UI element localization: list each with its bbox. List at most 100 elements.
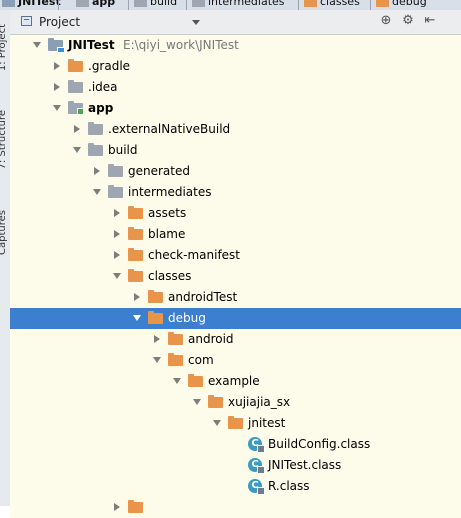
- breadcrumb-intermediates[interactable]: intermediates: [192, 0, 285, 9]
- tree-row[interactable]: com: [10, 350, 461, 371]
- collapse-arrow-icon[interactable]: [114, 209, 120, 217]
- expand-arrow-icon[interactable]: [213, 420, 221, 426]
- tree-row[interactable]: xujiajia_sx: [10, 392, 461, 413]
- gray-folder-icon: [88, 122, 103, 135]
- tree-row[interactable]: classes: [10, 266, 461, 287]
- gray-folder-icon: [108, 164, 123, 177]
- tree-item-label: app: [88, 101, 114, 115]
- project-tree: JNITest E:\qiyi_work\JNITest .gradle .idea a…: [10, 35, 461, 518]
- project-path: E:\qiyi_work\JNITest: [123, 38, 239, 52]
- tree-row[interactable]: .idea: [10, 77, 461, 98]
- class-file-icon: C: [248, 437, 265, 453]
- tree-row[interactable]: generated: [10, 161, 461, 182]
- folder-icon: [304, 0, 317, 7]
- orange-folder-icon: [188, 374, 203, 387]
- breadcrumb-jnitest[interactable]: JNITest: [2, 0, 61, 9]
- tree-row[interactable]: C BuildConfig.class: [10, 434, 461, 455]
- tree-row[interactable]: assets: [10, 203, 461, 224]
- tree-item-label: blame: [148, 227, 186, 241]
- settings-icon[interactable]: ⚙: [400, 13, 416, 29]
- orange-folder-icon: [168, 332, 183, 345]
- breadcrumb-separator: [128, 0, 129, 10]
- orange-folder-icon: [128, 269, 143, 282]
- project-folder-icon: [48, 38, 65, 53]
- collapse-arrow-icon[interactable]: [94, 167, 100, 175]
- tree-item-label: androidTest: [168, 290, 238, 304]
- collapse-arrow-icon[interactable]: [54, 83, 60, 91]
- breadcrumb-separator: [298, 0, 299, 10]
- expand-arrow-icon[interactable]: [93, 189, 101, 195]
- tree-row[interactable]: JNITest E:\qiyi_work\JNITest: [10, 35, 461, 56]
- tree-row[interactable]: [10, 497, 461, 518]
- breadcrumb-separator: [58, 0, 59, 10]
- tree-row[interactable]: blame: [10, 224, 461, 245]
- breadcrumb-app[interactable]: app: [76, 0, 115, 9]
- collapse-arrow-icon[interactable]: [54, 62, 60, 70]
- module-folder-icon: [76, 0, 89, 7]
- tree-row[interactable]: build: [10, 140, 461, 161]
- expand-arrow-icon[interactable]: [133, 315, 141, 321]
- orange-folder-icon: [148, 290, 163, 303]
- tree-row[interactable]: .gradle: [10, 56, 461, 77]
- project-view-selector-label[interactable]: Project: [39, 15, 80, 29]
- breadcrumb-build[interactable]: build: [134, 0, 177, 9]
- navigation-breadcrumb-bar: JNITest app build intermediates classes …: [0, 0, 461, 10]
- tree-row[interactable]: .externalNativeBuild: [10, 119, 461, 140]
- tree-row[interactable]: jnitest: [10, 413, 461, 434]
- tree-item-label: check-manifest: [148, 248, 241, 262]
- collapse-arrow-icon[interactable]: [134, 293, 140, 301]
- tree-row[interactable]: C R.class: [10, 476, 461, 497]
- collapse-arrow-icon[interactable]: [114, 251, 120, 259]
- tree-row[interactable]: app: [10, 98, 461, 119]
- tree-item-label: build: [108, 143, 138, 157]
- tree-item-label: generated: [128, 164, 190, 178]
- orange-folder-icon: [128, 500, 143, 513]
- folder-icon: [192, 0, 205, 7]
- tree-item-label: android: [188, 332, 234, 346]
- tree-item-label: .externalNativeBuild: [108, 122, 231, 136]
- tree-row[interactable]: check-manifest: [10, 245, 461, 266]
- class-file-icon: C: [248, 479, 265, 495]
- tree-item-label: .gradle: [88, 59, 131, 73]
- tree-item-label: classes: [148, 269, 192, 283]
- gray-folder-icon: [88, 143, 103, 156]
- orange-folder-icon: [128, 227, 143, 240]
- expand-arrow-icon[interactable]: [153, 357, 161, 363]
- orange-folder-icon: [228, 416, 243, 429]
- orange-folder-icon: [148, 311, 163, 324]
- breadcrumb-separator: [370, 0, 371, 10]
- chevron-down-icon: [192, 20, 200, 25]
- breadcrumb-classes[interactable]: classes: [304, 0, 360, 9]
- tree-row[interactable]: debug: [10, 308, 461, 329]
- tree-item-label: xujiajia_sx: [228, 395, 291, 409]
- tree-row[interactable]: android: [10, 329, 461, 350]
- tree-item-label: assets: [148, 206, 187, 220]
- expand-arrow-icon[interactable]: [73, 147, 81, 153]
- project-view-icon: [21, 16, 32, 26]
- view-mode-dropdown[interactable]: [190, 13, 202, 29]
- target-icon[interactable]: ⊕: [378, 13, 394, 29]
- tree-item-label: BuildConfig.class: [268, 437, 371, 451]
- collapse-icon[interactable]: ⇤: [422, 13, 438, 29]
- breadcrumb-debug[interactable]: debug: [376, 0, 427, 9]
- tree-item-label: intermediates: [128, 185, 212, 199]
- collapse-arrow-icon[interactable]: [114, 230, 120, 238]
- tree-row[interactable]: androidTest: [10, 287, 461, 308]
- folder-icon: [134, 0, 147, 7]
- expand-arrow-icon[interactable]: [33, 42, 41, 48]
- collapse-arrow-icon[interactable]: [154, 335, 160, 343]
- collapse-arrow-icon[interactable]: [114, 503, 120, 511]
- project-panel-header: Project ⊕ ⚙ ⇤: [10, 10, 461, 35]
- expand-arrow-icon[interactable]: [173, 378, 181, 384]
- tree-row[interactable]: example: [10, 371, 461, 392]
- expand-arrow-icon[interactable]: [113, 273, 121, 279]
- expand-arrow-icon[interactable]: [53, 105, 61, 111]
- expand-arrow-icon[interactable]: [193, 399, 201, 405]
- orange-folder-icon: [128, 248, 143, 261]
- tree-item-label: com: [188, 353, 214, 367]
- tree-row[interactable]: C JNITest.class: [10, 455, 461, 476]
- tree-row[interactable]: intermediates: [10, 182, 461, 203]
- tree-item-label: jnitest: [248, 416, 286, 430]
- gray-folder-icon: [108, 185, 123, 198]
- collapse-arrow-icon[interactable]: [74, 125, 80, 133]
